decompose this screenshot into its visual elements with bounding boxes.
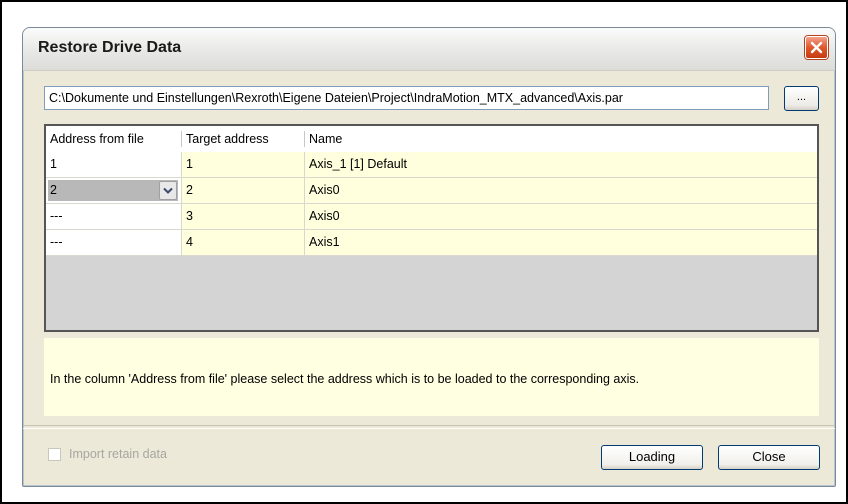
axis-name-cell: Axis1 — [305, 230, 817, 255]
table-header: Address from file Target address Name — [46, 126, 817, 153]
axis-name-cell: Axis_1 [1] Default — [305, 152, 817, 177]
loading-button[interactable]: Loading — [601, 445, 703, 470]
screenshot-frame: Restore Drive Data C:\Dokumente und Eins… — [0, 0, 848, 504]
axis-name-cell: Axis0 — [305, 178, 817, 203]
divider — [23, 425, 835, 429]
table-row[interactable]: --- 3 Axis0 — [46, 204, 817, 230]
restore-drive-data-dialog: Restore Drive Data C:\Dokumente und Eins… — [22, 27, 836, 487]
browse-button[interactable]: ... — [784, 86, 819, 111]
target-address-cell: 3 — [182, 204, 305, 229]
chevron-down-icon — [163, 187, 173, 194]
address-from-file-cell[interactable]: 2 — [46, 178, 182, 203]
column-header-address-from-file[interactable]: Address from file — [46, 126, 182, 152]
column-header-name[interactable]: Name — [305, 126, 605, 152]
close-button[interactable]: Close — [718, 445, 820, 470]
close-icon — [810, 41, 823, 54]
import-retain-label: Import retain data — [69, 447, 167, 461]
target-address-cell: 2 — [182, 178, 305, 203]
title-bar[interactable]: Restore Drive Data — [23, 28, 835, 71]
info-text: In the column 'Address from file' please… — [50, 372, 640, 386]
info-panel: In the column 'Address from file' please… — [44, 338, 819, 416]
address-dropdown-value: 2 — [50, 183, 57, 197]
close-window-button[interactable] — [805, 36, 828, 59]
table-row[interactable]: 2 2 Axis0 — [46, 178, 817, 204]
file-path-field[interactable]: C:\Dokumente und Einstellungen\Rexroth\E… — [44, 86, 769, 110]
column-header-target-address[interactable]: Target address — [182, 126, 305, 152]
dropdown-button[interactable] — [159, 181, 177, 200]
axis-name-cell: Axis0 — [305, 204, 817, 229]
dialog-title: Restore Drive Data — [38, 39, 182, 56]
table-row[interactable]: --- 4 Axis1 — [46, 230, 817, 256]
target-address-cell: 1 — [182, 152, 305, 177]
address-from-file-cell[interactable]: --- — [46, 204, 182, 229]
address-from-file-cell[interactable]: 1 — [46, 152, 182, 177]
table-row[interactable]: 1 1 Axis_1 [1] Default — [46, 152, 817, 178]
axis-table: Address from file Target address Name 1 … — [44, 124, 819, 332]
target-address-cell: 4 — [182, 230, 305, 255]
import-retain-checkbox — [48, 448, 61, 461]
address-dropdown[interactable]: 2 — [48, 180, 178, 201]
address-from-file-cell[interactable]: --- — [46, 230, 182, 255]
